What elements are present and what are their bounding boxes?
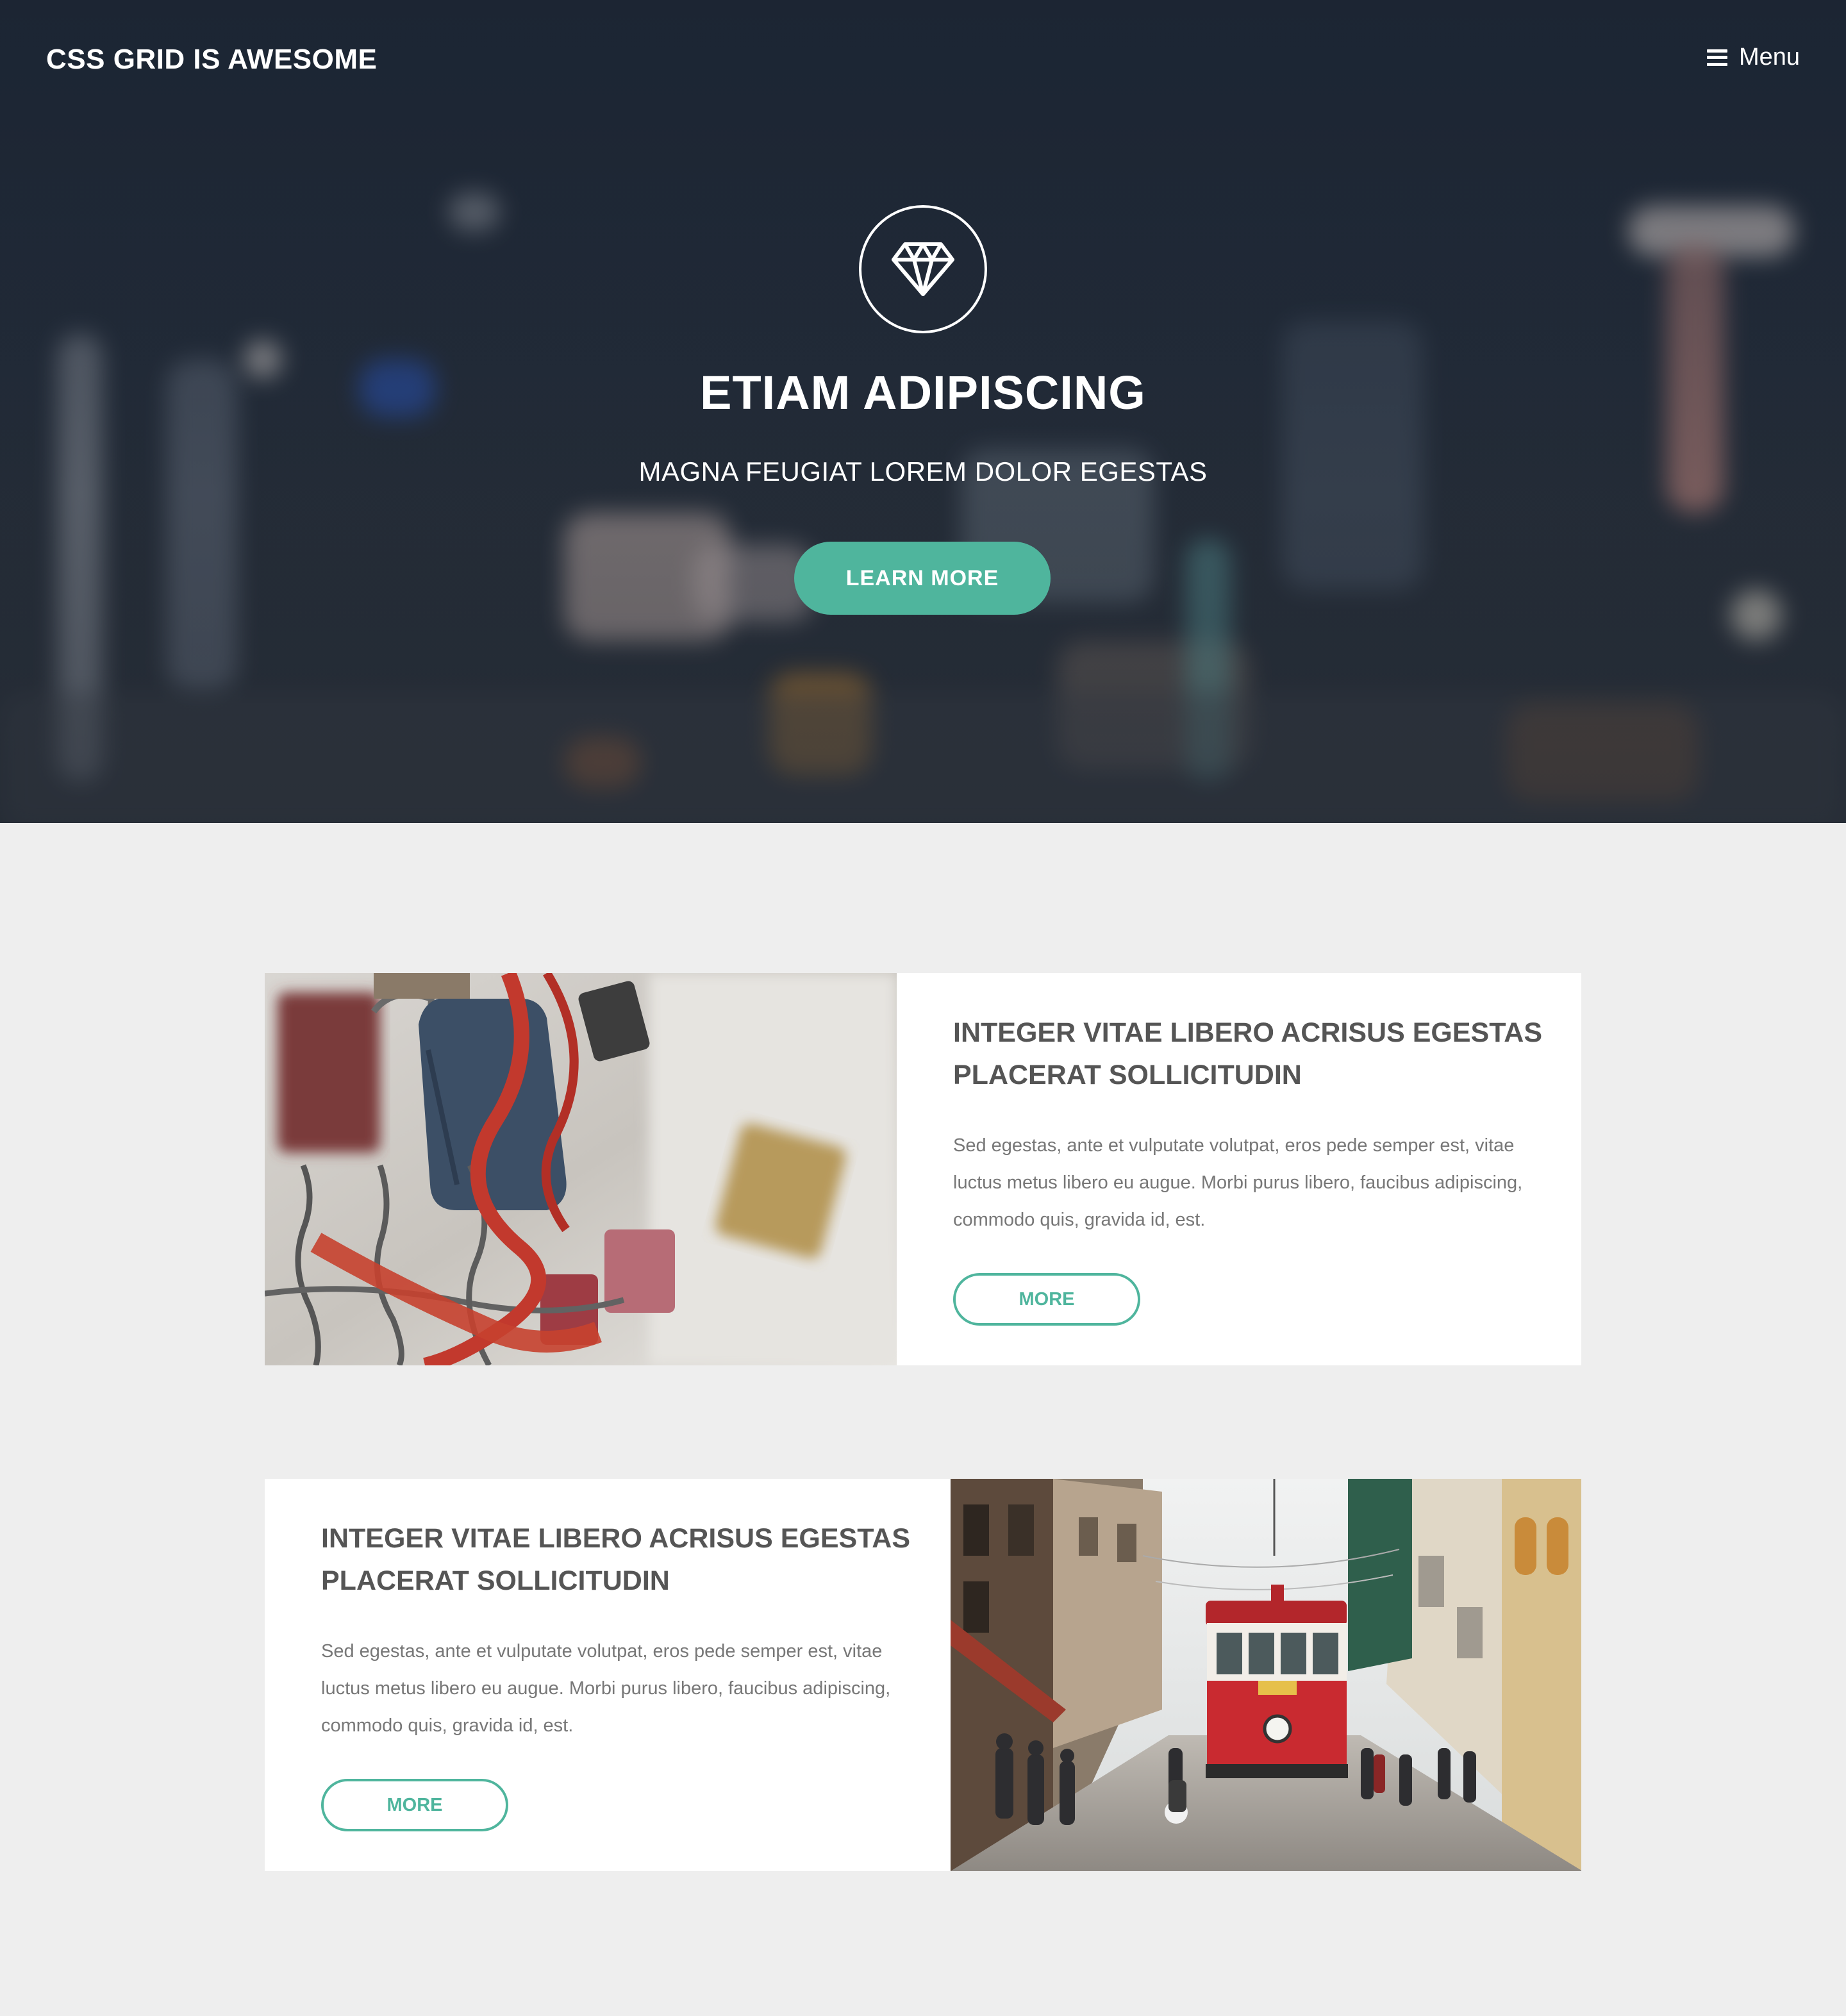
menu-button[interactable]: Menu	[1706, 44, 1800, 71]
feature-card: INTEGER VITAE LIBERO ACRISUS EGESTAS PLA…	[265, 1479, 1581, 1871]
card-content: INTEGER VITAE LIBERO ACRISUS EGESTAS PLA…	[953, 973, 1581, 1365]
card-title: INTEGER VITAE LIBERO ACRISUS EGESTAS PLA…	[953, 1017, 1543, 1090]
diamond-badge	[859, 205, 987, 333]
hero-subtitle: MAGNA FEUGIAT LOREM DOLOR EGESTAS	[638, 456, 1208, 487]
site-brand[interactable]: CSS GRID IS AWESOME	[46, 44, 377, 76]
card-content: INTEGER VITAE LIBERO ACRISUS EGESTAS PLA…	[321, 1479, 949, 1871]
padlocks-photo	[265, 973, 897, 1365]
diamond-icon	[892, 242, 954, 296]
learn-more-button[interactable]: LEARN MORE	[794, 542, 1051, 615]
tram-street-photo	[951, 1479, 1581, 1871]
hero-title: ETIAM ADIPISCING	[700, 366, 1146, 419]
card-body: Sed egestas, ante et vulputate volutpat,…	[953, 1135, 1523, 1230]
menu-label: Menu	[1738, 44, 1800, 71]
card-title: INTEGER VITAE LIBERO ACRISUS EGESTAS PLA…	[321, 1523, 911, 1596]
card-body: Sed egestas, ante et vulputate volutpat,…	[321, 1641, 891, 1736]
hamburger-icon	[1706, 49, 1727, 66]
more-button[interactable]: MORE	[321, 1779, 508, 1831]
feature-card: INTEGER VITAE LIBERO ACRISUS EGESTAS PLA…	[265, 973, 1581, 1365]
hero-banner: CSS GRID IS AWESOME Menu ETIAM ADIPISCIN…	[0, 0, 1846, 823]
more-button[interactable]: MORE	[953, 1273, 1140, 1326]
